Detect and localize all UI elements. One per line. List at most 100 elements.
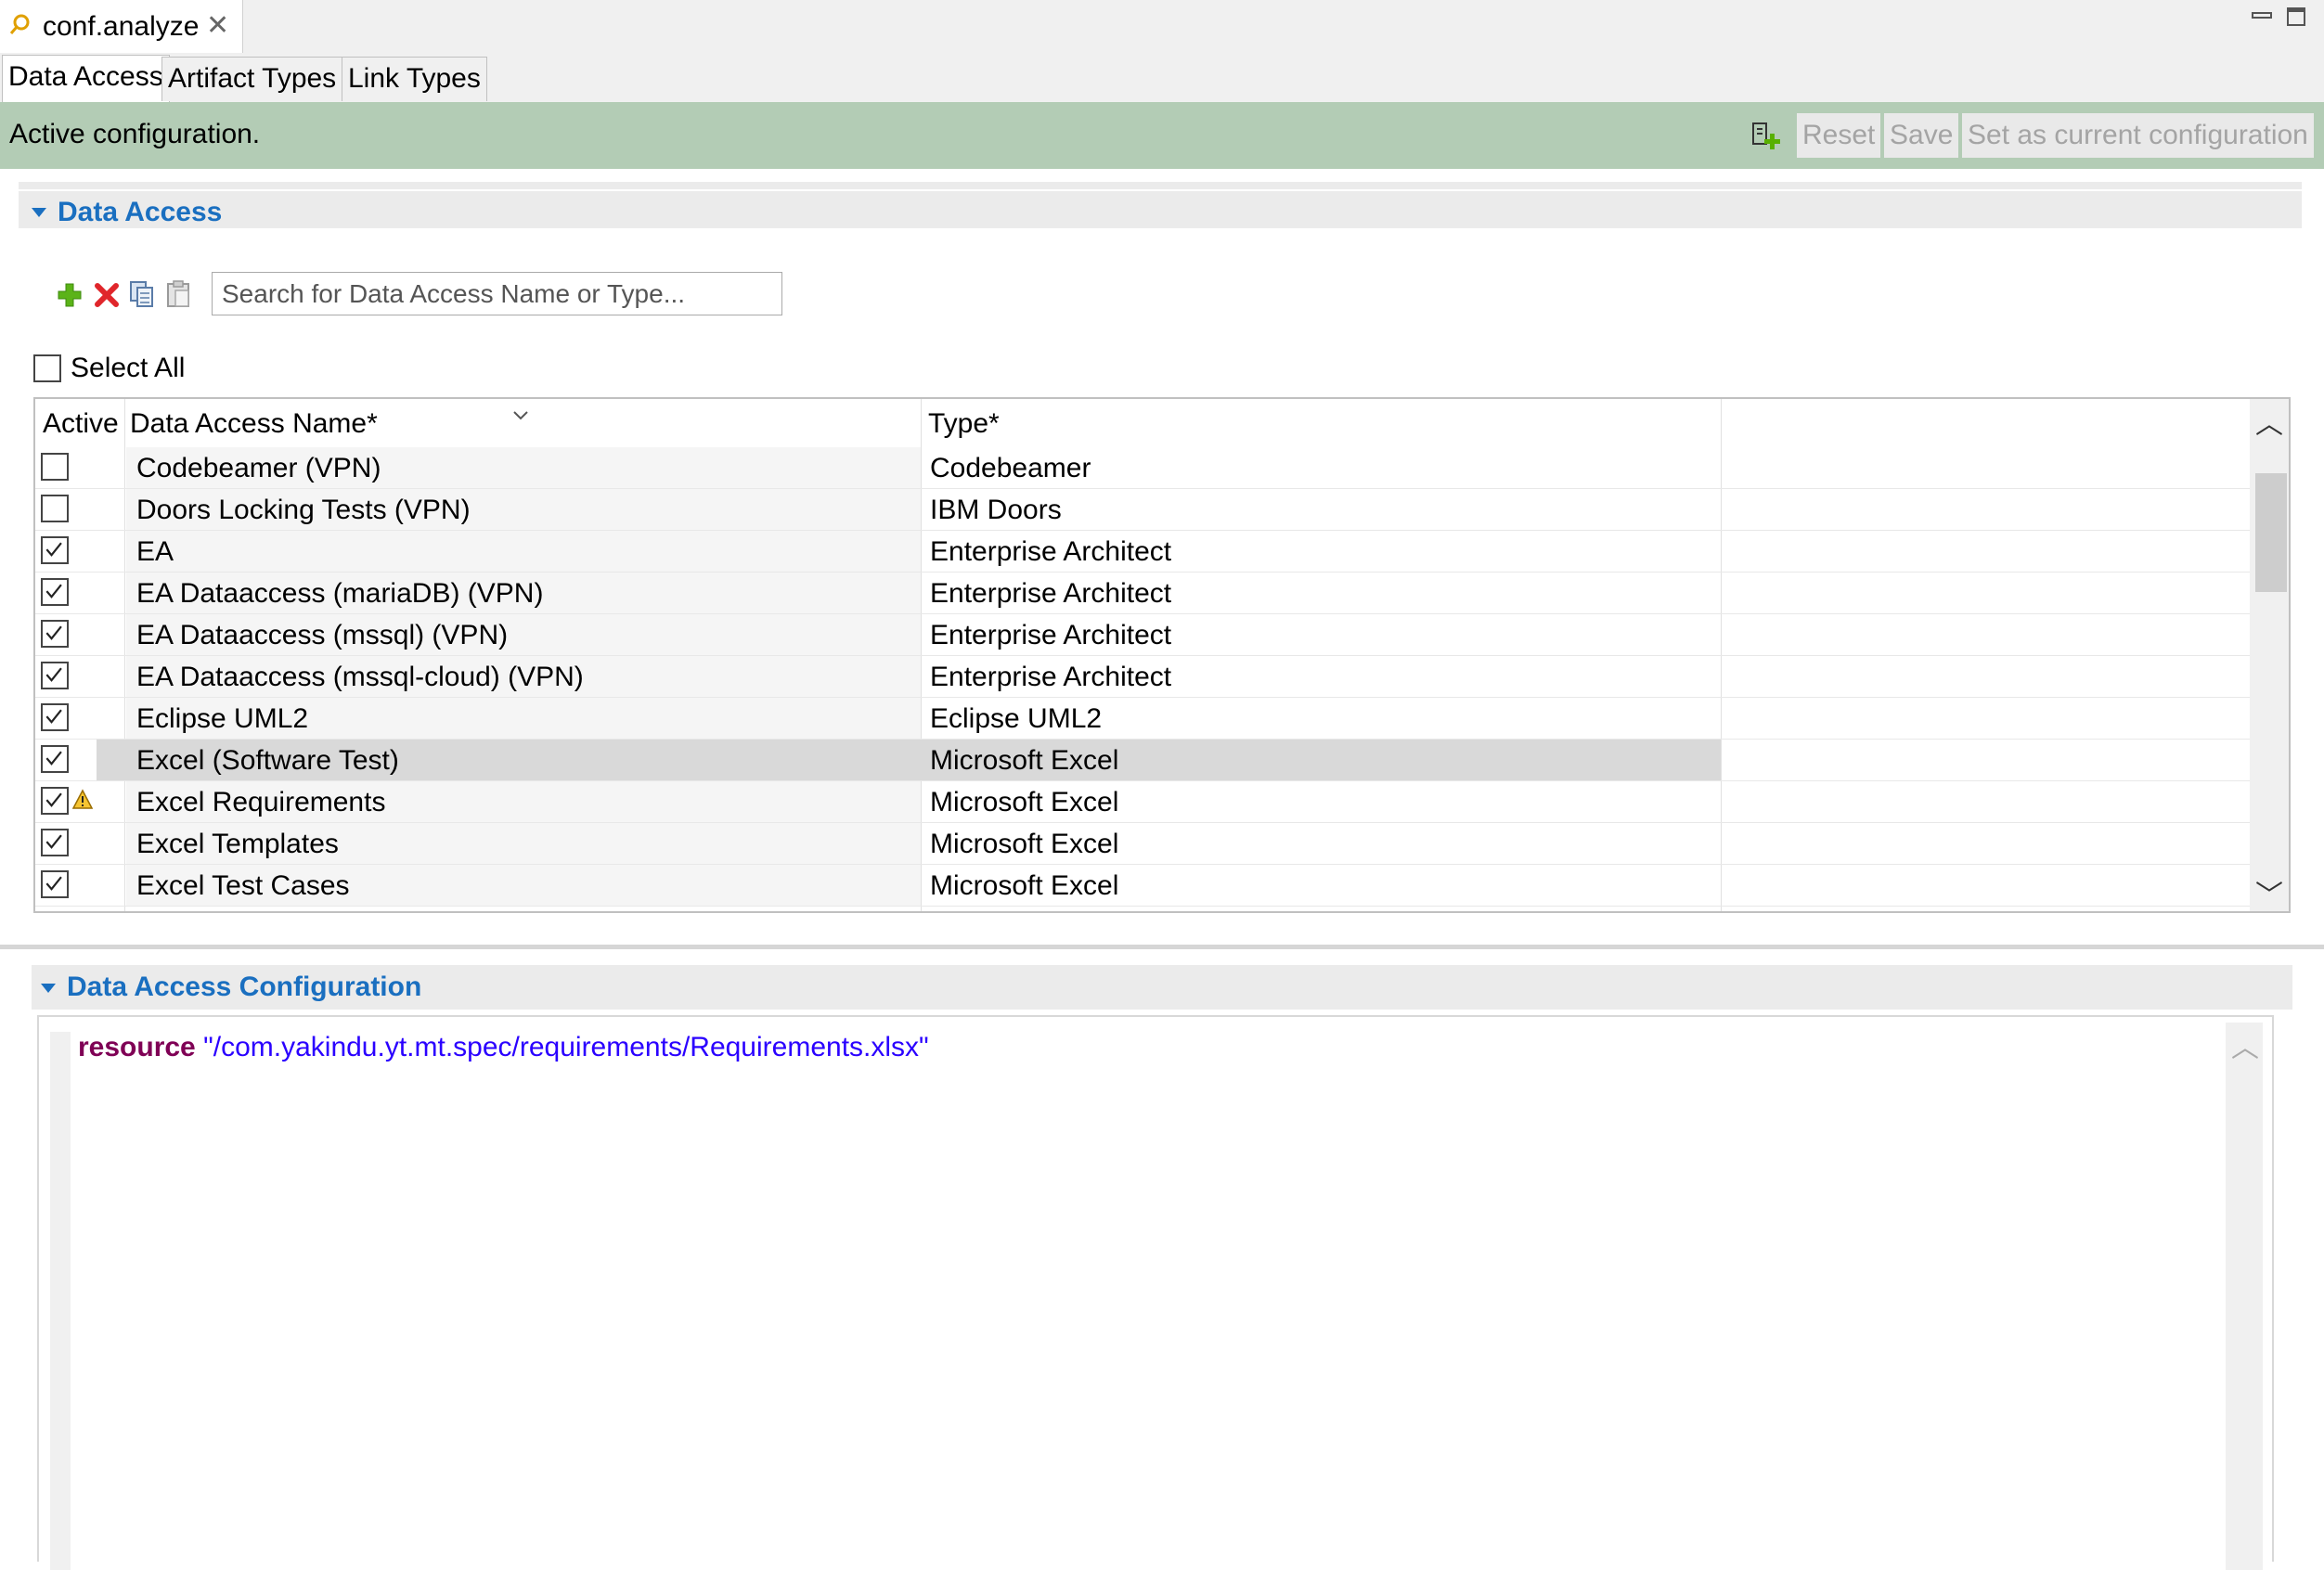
table-row[interactable]: Eclipse UML2 Eclipse UML2 <box>35 698 2250 740</box>
row-active-checkbox[interactable] <box>41 745 69 773</box>
data-access-type-cell: Microsoft Excel <box>930 787 1119 817</box>
data-access-type-cell: Microsoft Excel <box>930 829 1119 859</box>
analyze-file-icon <box>9 14 30 34</box>
row-active-checkbox[interactable] <box>41 578 69 606</box>
section-top-rule <box>19 182 2302 189</box>
column-header-type[interactable]: Type* <box>928 408 1000 440</box>
editor-tab-bar: conf.analyze ✕ <box>0 0 2324 54</box>
table-scrollbar[interactable]: ︿ ﹀ <box>2250 399 2289 911</box>
scroll-down-icon[interactable]: ﹀ <box>2255 872 2283 911</box>
reset-button[interactable]: Reset <box>1797 113 1881 158</box>
add-configuration-icon[interactable] <box>1750 121 1782 152</box>
data-access-name-cell: Excel Templates <box>136 829 339 859</box>
table-row[interactable]: Excel Requirements Microsoft Excel <box>35 781 2250 823</box>
data-access-section-header[interactable]: Data Access <box>19 191 2302 228</box>
data-access-type-cell: Enterprise Architect <box>930 536 1172 567</box>
check-icon <box>45 834 62 849</box>
data-access-type-cell: Microsoft Excel <box>930 745 1119 776</box>
table-row[interactable]: EA Dataaccess (mariaDB) (VPN) Enterprise … <box>35 573 2250 614</box>
data-access-type-cell: Enterprise Architect <box>930 662 1172 692</box>
tab-data-access[interactable]: Data Access <box>2 55 170 102</box>
delete-icon[interactable] <box>93 278 121 308</box>
row-active-checkbox[interactable] <box>41 536 69 564</box>
row-active-checkbox[interactable] <box>41 787 69 815</box>
editor-tab[interactable]: conf.analyze ✕ <box>0 0 243 53</box>
table-row[interactable]: Excel (Software Test) Microsoft Excel <box>35 740 2250 781</box>
data-access-name-cell: Codebeamer (VPN) <box>136 453 381 483</box>
data-access-name-cell: EA Dataaccess (mariaDB) (VPN) <box>136 578 544 609</box>
data-access-name-cell: Eclipse UML2 <box>136 703 309 734</box>
check-icon <box>45 792 62 807</box>
row-active-checkbox[interactable] <box>41 870 69 898</box>
tab-artifact-types[interactable]: Artifact Types <box>161 57 343 101</box>
scroll-thumb[interactable] <box>2255 473 2287 592</box>
config-section-title: Data Access Configuration <box>67 972 422 1002</box>
column-header-active[interactable]: Active <box>43 408 119 440</box>
data-access-table: Active Data Access Name* Type* Codebeame… <box>33 397 2291 913</box>
check-icon <box>45 751 62 766</box>
paste-icon[interactable] <box>165 278 193 308</box>
section-splitter[interactable] <box>0 945 2324 949</box>
scroll-up-icon[interactable]: ︿ <box>2231 1024 2259 1065</box>
data-access-section-title: Data Access <box>58 197 223 227</box>
data-access-name-cell: Excel (Software Test) <box>136 745 399 776</box>
data-access-name-cell: EA Dataaccess (mssql) (VPN) <box>136 620 509 650</box>
config-editor[interactable]: resource "/com.yakindu.yt.mt.spec/requir… <box>37 1015 2274 1570</box>
data-access-type-cell: Eclipse UML2 <box>930 703 1103 734</box>
row-active-checkbox[interactable] <box>41 495 69 522</box>
column-header-name[interactable]: Data Access Name* <box>130 408 378 440</box>
check-icon <box>45 542 62 557</box>
table-row[interactable]: Excel Test Cases Microsoft Excel <box>35 865 2250 907</box>
table-row[interactable]: EA Enterprise Architect <box>35 531 2250 573</box>
status-banner: Active configuration. Reset Save Set as … <box>0 102 2324 169</box>
config-code-line: resource "/com.yakindu.yt.mt.spec/requir… <box>78 1032 929 1063</box>
editor-scrollbar[interactable]: ︿ <box>2226 1023 2263 1570</box>
search-input[interactable] <box>212 272 782 315</box>
row-active-checkbox[interactable] <box>41 662 69 689</box>
scroll-up-icon[interactable]: ︿ <box>2255 401 2283 442</box>
row-active-checkbox[interactable] <box>41 453 69 481</box>
warning-icon <box>72 789 93 809</box>
add-icon[interactable] <box>56 278 84 308</box>
sort-chevron-icon <box>513 411 528 420</box>
set-current-configuration-button[interactable]: Set as current configuration <box>1962 113 2314 158</box>
data-access-name-cell: EA Dataaccess (mssql-cloud) (VPN) <box>136 662 584 692</box>
table-row[interactable]: EA Dataaccess (mssql) (VPN) Enterprise Ar… <box>35 614 2250 656</box>
check-icon <box>45 709 62 724</box>
check-icon <box>45 667 62 682</box>
minimize-icon[interactable] <box>2250 4 2274 28</box>
tab-link-types[interactable]: Link Types <box>342 57 487 101</box>
table-row[interactable]: Codebeamer (VPN) Codebeamer <box>35 447 2250 489</box>
status-message: Active configuration. <box>9 119 261 149</box>
data-access-type-cell: Codebeamer <box>930 453 1091 483</box>
save-button[interactable]: Save <box>1884 113 1959 158</box>
data-access-name-cell: Doors Locking Tests (VPN) <box>136 495 471 525</box>
table-row[interactable]: Excel Templates Microsoft Excel <box>35 823 2250 865</box>
row-active-checkbox[interactable] <box>41 620 69 648</box>
config-section-header[interactable]: Data Access Configuration <box>32 965 2292 1010</box>
check-icon <box>45 876 62 891</box>
editor-tab-title: conf.analyze <box>43 11 200 42</box>
check-icon <box>45 584 62 598</box>
table-row[interactable]: EA Dataaccess (mssql-cloud) (VPN) Enterpr… <box>35 656 2250 698</box>
select-all-label: Select All <box>71 353 186 383</box>
data-access-name-cell: EA <box>136 536 174 567</box>
check-icon <box>45 625 62 640</box>
row-active-checkbox[interactable] <box>41 829 69 856</box>
resource-keyword: resource <box>78 1032 196 1062</box>
table-row[interactable]: Doors Locking Tests (VPN) IBM Doors <box>35 489 2250 531</box>
collapse-icon[interactable] <box>41 984 56 993</box>
collapse-icon[interactable] <box>32 208 46 217</box>
copy-icon[interactable] <box>128 278 156 308</box>
data-access-type-cell: Enterprise Architect <box>930 620 1172 650</box>
row-active-checkbox[interactable] <box>41 703 69 731</box>
resource-path: "/com.yakindu.yt.mt.spec/requirements/Re… <box>203 1032 929 1062</box>
page-tab-bar: Data Access Artifact Types Link Types <box>0 53 2324 103</box>
data-access-name-cell: Excel Requirements <box>136 787 386 817</box>
data-access-type-cell: Enterprise Architect <box>930 578 1172 609</box>
data-access-type-cell: IBM Doors <box>930 495 1062 525</box>
close-icon[interactable]: ✕ <box>206 9 229 42</box>
maximize-icon[interactable] <box>2287 7 2305 26</box>
data-access-name-cell: Excel Test Cases <box>136 870 350 901</box>
select-all-checkbox[interactable] <box>33 354 61 382</box>
